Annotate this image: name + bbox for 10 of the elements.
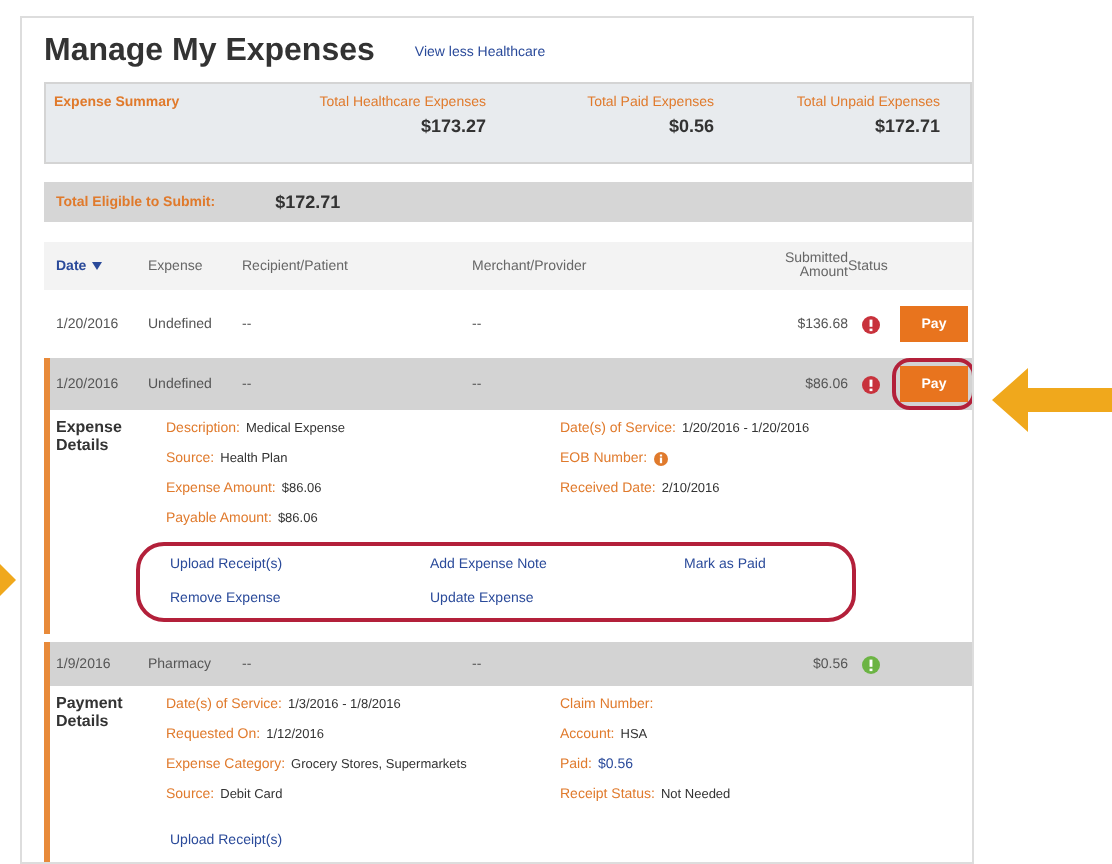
total-value: $172.71 xyxy=(874,116,940,136)
info-icon[interactable] xyxy=(653,452,668,466)
page-title: Manage My Expenses xyxy=(44,34,375,70)
total-value: $0.56 xyxy=(668,116,714,136)
total-value: $173.27 xyxy=(420,116,486,136)
pointer-arrow xyxy=(0,564,16,596)
details-title: Expense Details xyxy=(56,418,124,458)
sort-caret-icon xyxy=(92,262,103,270)
eligible-value: $172.71 xyxy=(275,192,341,212)
details-title: Payment Details xyxy=(56,694,125,734)
